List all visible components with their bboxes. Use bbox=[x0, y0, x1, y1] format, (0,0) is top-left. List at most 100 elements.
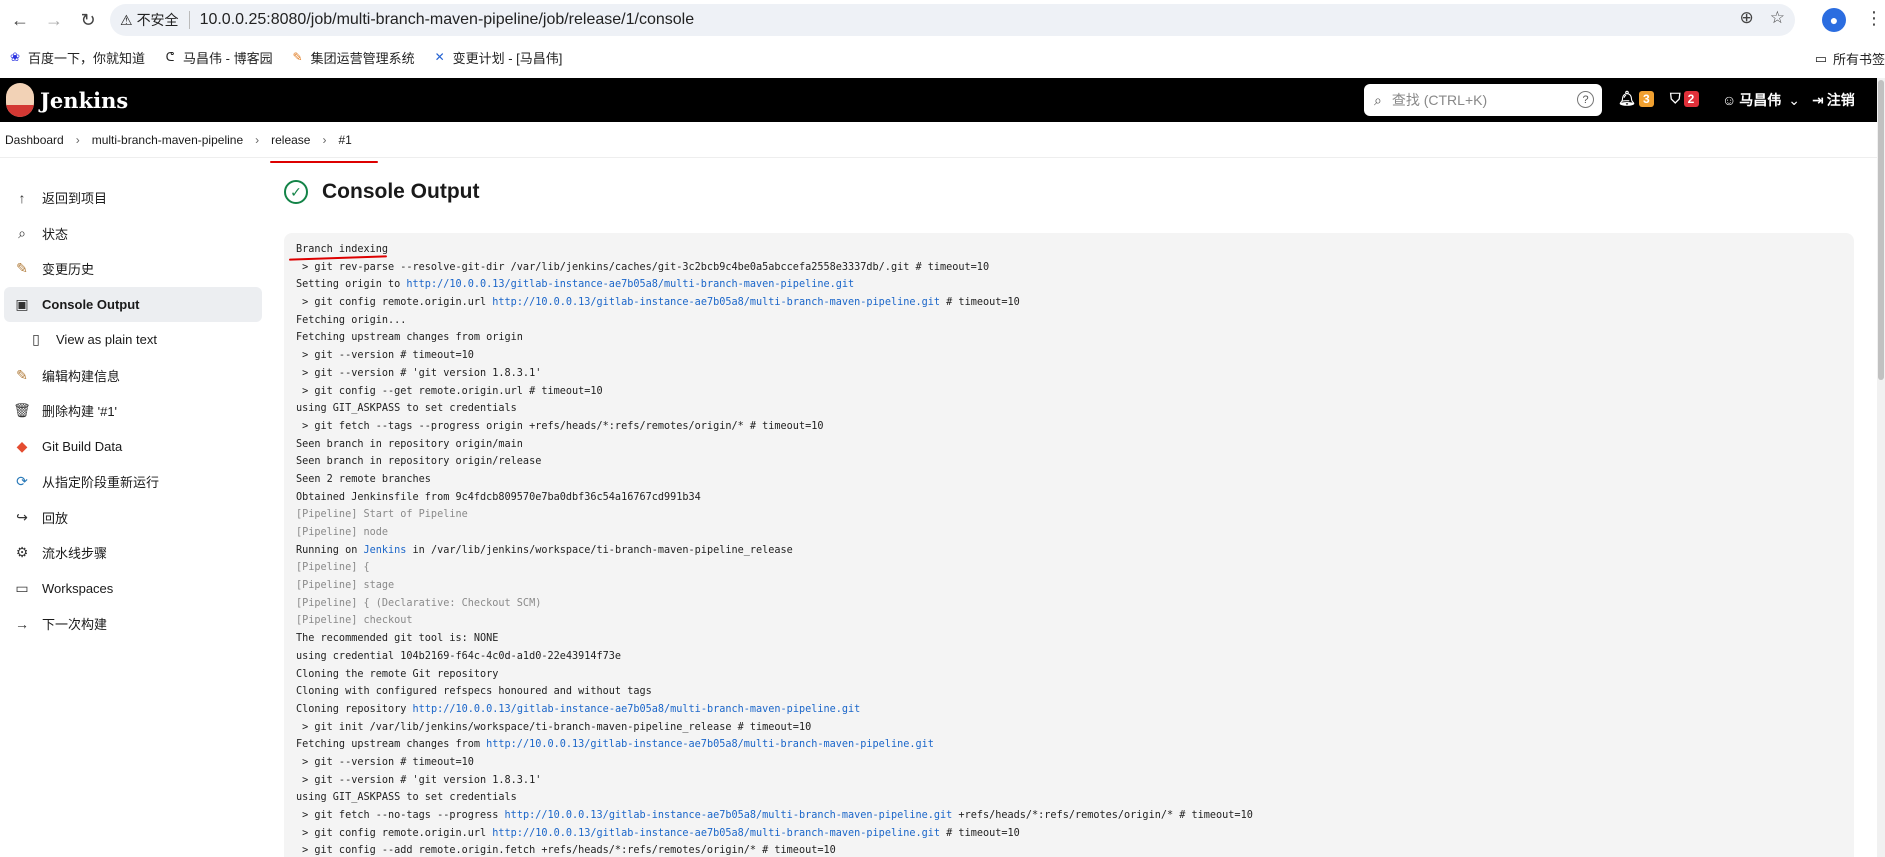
sidebar-item-edit-build-info[interactable]: ✎ 编辑构建信息 bbox=[4, 358, 262, 394]
back-arrow-icon[interactable]: ← bbox=[6, 7, 34, 35]
console-link[interactable]: http://10.0.0.13/gitlab-instance-ae7b05a… bbox=[413, 704, 861, 715]
console-line: > git --version # 'git version 1.8.3.1' bbox=[296, 365, 1842, 383]
bookmark-change-plan[interactable]: ✕ 变更计划 - [马昌伟] bbox=[433, 48, 563, 67]
sidebar-item-plain-text[interactable]: ▯ View as plain text bbox=[4, 322, 262, 358]
logout-icon: ⇥ bbox=[1812, 91, 1824, 108]
forward-arrow-icon[interactable]: → bbox=[40, 7, 68, 35]
search-box[interactable]: ⌕ 查找 (CTRL+K) ? bbox=[1364, 84, 1602, 116]
sidebar-item-label: 删除构建 '#1' bbox=[42, 404, 118, 420]
console-line: Cloning repository http://10.0.0.13/gitl… bbox=[296, 701, 1842, 719]
sidebar-item-label: 变更历史 bbox=[42, 262, 95, 278]
logout-button[interactable]: ⇥ 注销 bbox=[1812, 90, 1855, 110]
console-line: > git --version # 'git version 1.8.3.1' bbox=[296, 772, 1842, 790]
sidebar-item-status[interactable]: ⌕ 状态 bbox=[4, 216, 262, 252]
console-text: Cloning repository bbox=[296, 703, 413, 715]
jenkins-logo[interactable]: Jenkins bbox=[6, 83, 128, 117]
sidebar-item-git-build-data[interactable]: ◆ Git Build Data bbox=[4, 429, 262, 465]
console-link[interactable]: http://10.0.0.13/gitlab-instance-ae7b05a… bbox=[406, 279, 854, 290]
scrollbar-thumb[interactable] bbox=[1878, 80, 1884, 380]
console-link[interactable]: http://10.0.0.13/gitlab-instance-ae7b05a… bbox=[492, 297, 940, 308]
sidebar-item-changes[interactable]: ✎ 变更历史 bbox=[4, 251, 262, 287]
sidebar-item-label: 下一次构建 bbox=[42, 617, 108, 633]
sidebar-item-next-build[interactable]: → 下一次构建 bbox=[4, 606, 262, 642]
bookmark-star-icon[interactable]: ☆ bbox=[1770, 8, 1785, 28]
console-link[interactable]: http://10.0.0.13/gitlab-instance-ae7b05a… bbox=[505, 810, 953, 821]
browser-menu-icon[interactable]: ⋮ bbox=[1865, 8, 1883, 29]
jenkins-header: Jenkins ⌕ 查找 (CTRL+K) ? 🔔︎ 3 ⛉ 2 ☺ 马昌伟 ⌄ ⇥ 注销 bbox=[0, 78, 1877, 122]
browser-toolbar: ← → ↻ ⚠ 不安全 10.0.0.25:8080/job/multi-bran… bbox=[0, 0, 1885, 41]
brand-name: Jenkins bbox=[40, 87, 129, 113]
console-line: using GIT_ASKPASS to set credentials bbox=[296, 400, 1842, 418]
console-text: Cloning with configured refspecs honoure… bbox=[296, 686, 652, 698]
all-bookmarks[interactable]: ▭ 所有书签 bbox=[1815, 49, 1885, 68]
bookmark-label: 马昌伟 - 博客园 bbox=[183, 50, 273, 66]
sidebar-item-label: View as plain text bbox=[56, 332, 157, 348]
profile-avatar-icon[interactable]: ● bbox=[1822, 8, 1846, 32]
security-button[interactable]: ⛉ 2 bbox=[1670, 90, 1699, 107]
breadcrumb-job[interactable]: multi-branch-maven-pipeline bbox=[92, 133, 243, 147]
sidebar: ↑ 返回到项目 ⌕ 状态 ✎ 变更历史 ▣ Console Output ▯ View a… bbox=[4, 180, 262, 642]
console-line: Cloning with configured refspecs honoure… bbox=[296, 683, 1842, 701]
console-text: +refs/heads/*:refs/remotes/origin/* # ti… bbox=[952, 810, 1253, 821]
user-menu[interactable]: ☺ 马昌伟 ⌄ bbox=[1722, 90, 1800, 110]
folder-icon: ▭ bbox=[1814, 50, 1827, 66]
trash-icon: 🗑︎ bbox=[13, 402, 31, 419]
refresh-icon: ⟳ bbox=[16, 473, 28, 490]
console-text: Running on bbox=[296, 544, 364, 556]
gear-icon: ⚙ bbox=[15, 544, 29, 561]
bookmark-blog[interactable]: ᕦ 马昌伟 - 博客园 bbox=[163, 48, 273, 67]
breadcrumb-build[interactable]: #1 bbox=[338, 133, 351, 147]
address-bar[interactable]: ⚠ 不安全 10.0.0.25:8080/job/multi-branch-mav… bbox=[110, 4, 1795, 36]
bookmark-label: 集团运营管理系统 bbox=[310, 50, 415, 66]
console-line: [Pipeline] { bbox=[296, 559, 1842, 577]
sidebar-item-console-output[interactable]: ▣ Console Output bbox=[4, 286, 262, 322]
insecure-label: 不安全 bbox=[136, 12, 179, 28]
console-text: Seen branch in repository origin/release bbox=[296, 456, 542, 468]
breadcrumb-branch[interactable]: release bbox=[271, 133, 310, 147]
sidebar-item-back-to-project[interactable]: ↑ 返回到项目 bbox=[4, 180, 262, 216]
console-link[interactable]: http://10.0.0.13/gitlab-instance-ae7b05a… bbox=[492, 828, 940, 839]
console-output[interactable]: Branch indexing > git rev-parse --resolv… bbox=[284, 233, 1854, 857]
notifications-button[interactable]: 🔔︎ 3 bbox=[1618, 90, 1654, 107]
insecure-indicator[interactable]: ⚠ 不安全 bbox=[120, 10, 179, 30]
console-text: [Pipeline] stage bbox=[296, 580, 395, 592]
console-text: Fetching upstream changes from bbox=[296, 739, 487, 751]
console-text: Seen 2 remote branches bbox=[296, 473, 431, 485]
console-link[interactable]: http://10.0.0.13/gitlab-instance-ae7b05a… bbox=[486, 739, 934, 750]
console-line: > git --version # timeout=10 bbox=[296, 347, 1842, 365]
sidebar-item-restart-from-stage[interactable]: ⟳ 从指定阶段重新运行 bbox=[4, 464, 262, 500]
sidebar-item-delete-build[interactable]: 🗑︎ 删除构建 '#1' bbox=[4, 393, 262, 429]
console-line: Seen branch in repository origin/release bbox=[296, 453, 1842, 471]
page-title: Console Output bbox=[322, 180, 480, 203]
bookmarks-bar: ❀ 百度一下，你就知道 ᕦ 马昌伟 - 博客园 ✎ 集团运营管理系统 ✕ 变更计划 - … bbox=[0, 41, 1885, 73]
console-line: Running on Jenkins in /var/lib/jenkins/w… bbox=[296, 542, 1842, 560]
url-text[interactable]: 10.0.0.25:8080/job/multi-branch-maven-pi… bbox=[200, 11, 695, 29]
bookmark-baidu[interactable]: ❀ 百度一下，你就知道 bbox=[8, 48, 145, 67]
git-icon: ◆ bbox=[16, 437, 28, 454]
console-text: The recommended git tool is: NONE bbox=[296, 633, 499, 645]
console-text: in /var/lib/jenkins/workspace/ti-branch-… bbox=[406, 544, 793, 556]
sidebar-item-workspaces[interactable]: ▭ Workspaces bbox=[4, 571, 262, 607]
breadcrumb-dashboard[interactable]: Dashboard bbox=[5, 133, 64, 147]
console-line: using credential 104b2169-f64c-4c0d-a1d0… bbox=[296, 648, 1842, 666]
reload-icon[interactable]: ↻ bbox=[74, 7, 102, 35]
blog-icon: ᕦ bbox=[165, 50, 175, 64]
folder-icon: ▭ bbox=[15, 579, 29, 596]
zoom-icon[interactable]: ⊕ bbox=[1740, 8, 1754, 28]
console-text: > git rev-parse --resolve-git-dir /var/l… bbox=[296, 261, 990, 273]
user-name: 马昌伟 bbox=[1739, 92, 1782, 108]
sidebar-item-pipeline-steps[interactable]: ⚙ 流水线步骤 bbox=[4, 535, 262, 571]
help-icon[interactable]: ? bbox=[1577, 91, 1594, 108]
console-text: > git fetch --tags --progress origin +re… bbox=[296, 420, 824, 432]
search-icon: ⌕ bbox=[1374, 91, 1382, 108]
console-line: > git fetch --tags --progress origin +re… bbox=[296, 418, 1842, 436]
console-text: > git config remote.origin.url bbox=[296, 827, 493, 839]
sidebar-item-replay[interactable]: ↪ 回放 bbox=[4, 500, 262, 536]
page-scrollbar[interactable] bbox=[1877, 78, 1885, 857]
console-link[interactable]: Jenkins bbox=[363, 545, 406, 556]
paw-icon: ❀ bbox=[9, 50, 21, 64]
bookmark-ops[interactable]: ✎ 集团运营管理系统 bbox=[291, 48, 415, 67]
console-line: [Pipeline] Start of Pipeline bbox=[296, 506, 1842, 524]
sidebar-item-label: 返回到项目 bbox=[42, 191, 108, 207]
console-text: [Pipeline] node bbox=[296, 527, 389, 538]
